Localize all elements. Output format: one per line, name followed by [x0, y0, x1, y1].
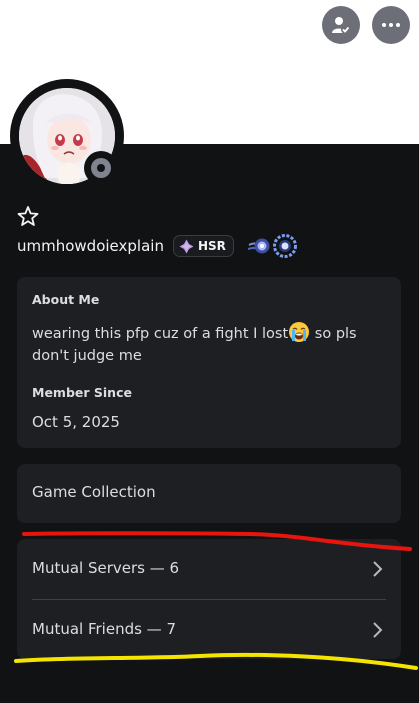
- mutual-servers-button[interactable]: Mutual Servers — 6: [17, 539, 401, 599]
- star-outline-icon[interactable]: [17, 205, 39, 227]
- about-me-heading: About Me: [32, 292, 100, 307]
- ellipsis-icon: [382, 23, 400, 27]
- member-since-date: Oct 5, 2025: [32, 413, 120, 431]
- chevron-right-icon: [373, 622, 383, 638]
- mutuals-card: Mutual Servers — 6 Mutual Friends — 7: [17, 539, 401, 659]
- more-options-button[interactable]: [372, 6, 410, 44]
- about-me-text: wearing this pfp cuz of a fight I lost s…: [32, 321, 387, 367]
- chevron-right-icon: [373, 561, 383, 577]
- about-text-part-1: wearing this pfp cuz of a fight I lost: [32, 326, 289, 342]
- game-collection-button[interactable]: Game Collection: [17, 464, 401, 523]
- status-indicator: [84, 151, 118, 185]
- offline-status-icon: [91, 158, 111, 178]
- loudly-crying-face-icon: [289, 322, 310, 342]
- mutual-friends-label: Mutual Friends — 7: [32, 620, 176, 638]
- server-tag-label: HSR: [198, 239, 226, 253]
- person-check-icon: [332, 17, 350, 34]
- about-me-card: About Me wearing this pfp cuz of a fight…: [17, 277, 401, 448]
- friend-request-button[interactable]: [322, 6, 360, 44]
- orbit-badge-icon[interactable]: [248, 236, 270, 256]
- username[interactable]: ummhowdoiexplain: [17, 236, 164, 256]
- gear-wreath-badge-icon[interactable]: [273, 234, 297, 258]
- mutual-friends-button[interactable]: Mutual Friends — 7: [17, 600, 401, 660]
- member-since-heading: Member Since: [32, 385, 132, 400]
- diamond-sparkle-icon: [179, 239, 194, 253]
- mutual-servers-label: Mutual Servers — 6: [32, 559, 180, 577]
- server-tag-badge[interactable]: HSR: [173, 235, 234, 257]
- game-collection-label: Game Collection: [32, 483, 156, 501]
